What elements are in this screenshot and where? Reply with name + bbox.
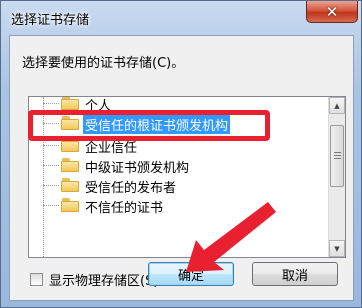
grip-line — [334, 158, 341, 159]
tree-item-label: 中级证书颁发机构 — [85, 161, 190, 176]
tree-branch-line — [43, 205, 59, 206]
scrollbar-thumb[interactable] — [330, 125, 344, 187]
tree-item-trusted-publishers[interactable]: 受信任的发布者 — [29, 175, 321, 196]
show-physical-stores-label: 显示物理存储区(S) — [49, 274, 159, 289]
close-icon: ✕ — [325, 2, 339, 21]
arrow-up-icon[interactable]: ▲ — [329, 97, 345, 114]
tree-branch-line — [43, 103, 59, 104]
cancel-button[interactable]: 取消 — [252, 262, 338, 286]
folder-icon — [61, 178, 79, 192]
arrow-down-icon[interactable]: ▼ — [329, 240, 345, 257]
annotation-highlight-box — [28, 110, 270, 141]
tree-item-untrusted-certificates[interactable]: 不信任的证书 — [29, 195, 321, 216]
show-physical-stores-option[interactable]: 显示物理存储区(S) — [30, 270, 158, 289]
tree-scrollbar[interactable]: ▲ ▼ — [328, 97, 345, 257]
tree-item-intermediate-ca[interactable]: 中级证书颁发机构 — [29, 155, 321, 176]
tree-branch-line — [43, 185, 59, 186]
tree-item-label: 不信任的证书 — [85, 201, 164, 216]
close-button[interactable]: ✕ — [306, 1, 358, 23]
folder-icon — [61, 198, 79, 212]
tree-item-label: 受信任的发布者 — [85, 181, 177, 196]
folder-icon — [61, 158, 79, 172]
title-bar[interactable]: 选择证书存储 ✕ — [1, 1, 361, 35]
ok-button[interactable]: 确定 — [148, 262, 234, 286]
grip-line — [334, 152, 341, 153]
grip-line — [334, 155, 341, 156]
prompt-label: 选择要使用的证书存储(C)。 — [22, 56, 185, 71]
folder-icon — [61, 97, 79, 110]
show-physical-stores-checkbox[interactable] — [30, 273, 43, 286]
tree-branch-line — [43, 165, 59, 166]
window-title: 选择证书存储 — [11, 13, 90, 28]
tree-branch-line — [43, 145, 59, 146]
